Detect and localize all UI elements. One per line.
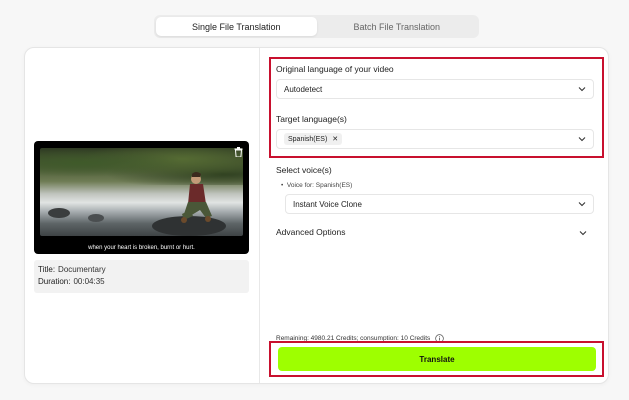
advanced-options-toggle[interactable]: Advanced Options xyxy=(276,227,594,239)
title-label: Title: xyxy=(38,265,56,274)
select-voices-label: Select voice(s) xyxy=(276,165,332,175)
target-language-label: Target language(s) xyxy=(276,114,347,124)
mode-tabs: Single File Translation Batch File Trans… xyxy=(154,15,479,38)
voice-for-label: • Voice for: Spanish(ES) xyxy=(281,182,353,189)
panel-divider xyxy=(259,48,260,383)
tab-single-file[interactable]: Single File Translation xyxy=(156,17,317,36)
trash-icon[interactable] xyxy=(232,146,244,158)
main-card: when your heart is broken, burnt or hurt… xyxy=(24,47,609,384)
video-info: Title: Documentary Duration: 00:04:35 xyxy=(34,260,249,293)
title-value: Documentary xyxy=(58,265,106,274)
target-language-chip: Spanish(ES) ✕ xyxy=(284,133,343,145)
chevron-down-icon xyxy=(579,231,587,236)
video-frame xyxy=(40,148,243,236)
person-figure xyxy=(181,172,212,223)
advanced-options-label: Advanced Options xyxy=(276,227,346,237)
original-language-select[interactable]: Autodetect xyxy=(276,79,594,99)
video-subtitle: when your heart is broken, burnt or hurt… xyxy=(88,245,195,251)
tab-batch-file[interactable]: Batch File Translation xyxy=(317,17,478,36)
voice-select[interactable]: Instant Voice Clone xyxy=(285,194,594,214)
target-language-select[interactable]: Spanish(ES) ✕ xyxy=(276,129,594,149)
chevron-down-icon xyxy=(578,202,586,207)
chevron-down-icon xyxy=(578,87,586,92)
original-language-label: Original language of your video xyxy=(276,64,394,74)
voice-value: Instant Voice Clone xyxy=(293,199,362,209)
chevron-down-icon xyxy=(578,137,586,142)
original-language-value: Autodetect xyxy=(284,84,323,94)
close-icon[interactable]: ✕ xyxy=(332,135,338,143)
translate-button[interactable]: Translate xyxy=(278,347,596,371)
duration-value: 00:04:35 xyxy=(73,277,105,286)
target-language-chip-label: Spanish(ES) xyxy=(288,135,328,143)
video-preview[interactable]: when your heart is broken, burnt or hurt… xyxy=(34,141,249,254)
duration-label: Duration: xyxy=(38,277,71,286)
